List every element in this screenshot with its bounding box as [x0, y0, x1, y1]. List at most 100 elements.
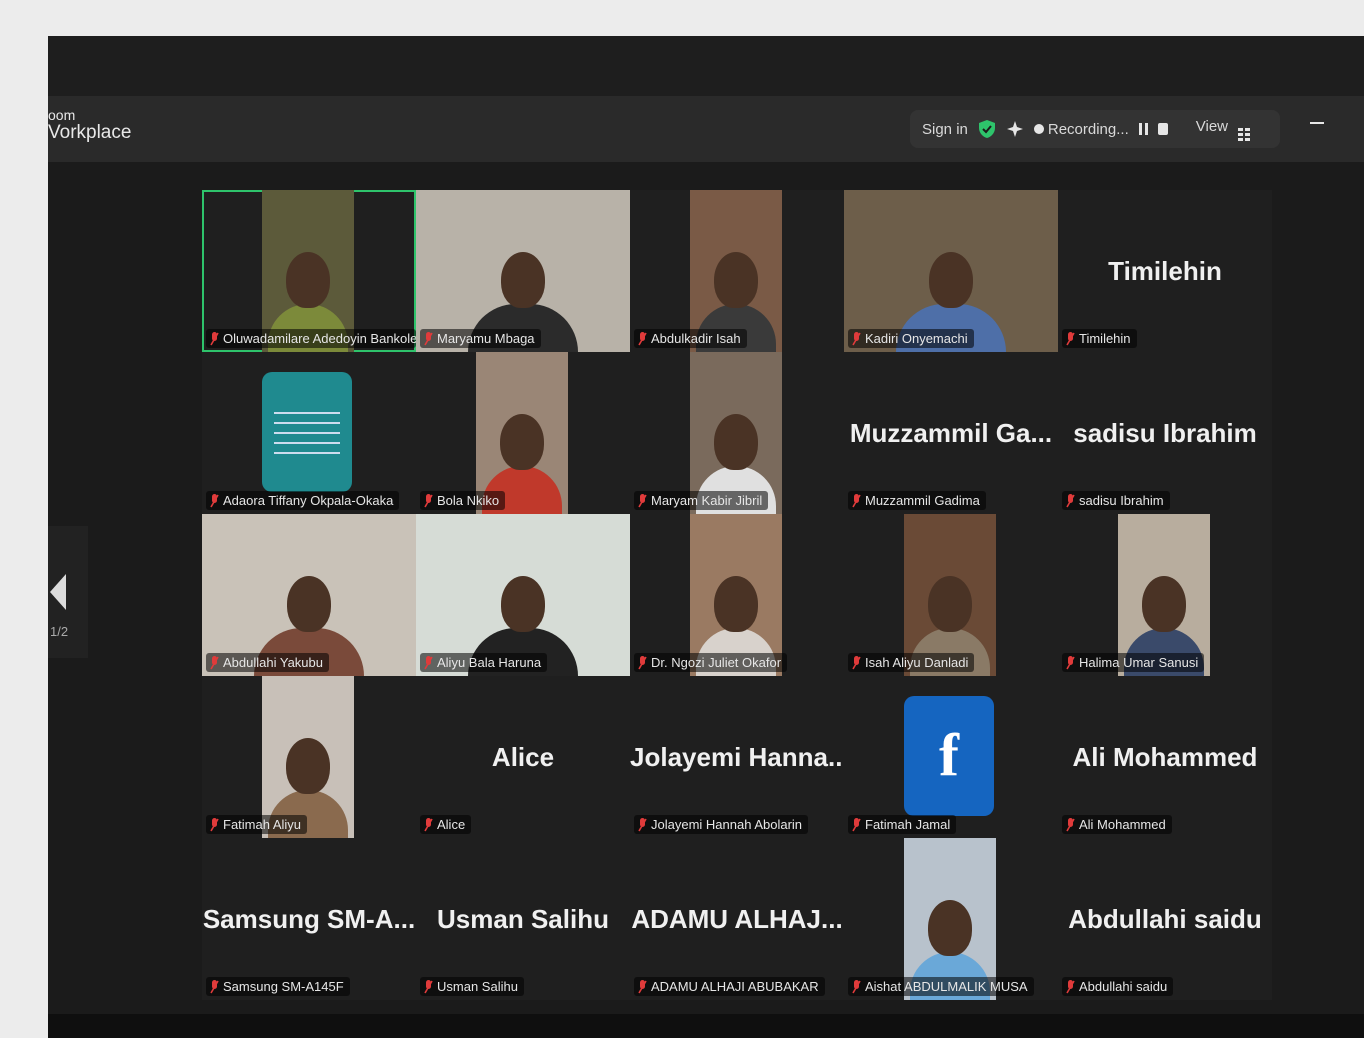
muted-mic-icon	[210, 979, 219, 993]
participant-tile[interactable]: Abdullahi saidu Abdullahi saidu	[1058, 838, 1272, 1000]
participant-tile[interactable]: Aliyu Bala Haruna	[416, 514, 630, 676]
participant-name: Fatimah Aliyu	[223, 817, 302, 832]
muted-mic-icon	[638, 493, 647, 507]
participant-tile[interactable]: Kadiri Onyemachi	[844, 190, 1058, 352]
participant-video	[904, 838, 996, 1000]
participant-face	[714, 251, 758, 308]
muted-mic-icon	[210, 655, 219, 669]
participant-name-label: Samsung SM-A145F	[206, 977, 350, 996]
participant-tile[interactable]: Samsung SM-A... Samsung SM-A145F	[202, 838, 416, 1000]
participant-name-label: sadisu Ibrahim	[1062, 491, 1170, 510]
participant-name-label: Fatimah Aliyu	[206, 815, 308, 834]
previous-page-button[interactable]: 1/2	[48, 526, 88, 658]
participant-tile[interactable]: Alice Alice	[416, 676, 630, 838]
participant-display-name: ADAMU ALHAJ...	[631, 904, 843, 934]
participant-video	[690, 514, 782, 676]
participant-name-label: Oluwadamilare Adedoyin Bankole-Ojo	[206, 329, 416, 348]
participant-tile[interactable]: Fatimah Aliyu	[202, 676, 416, 838]
stop-recording-icon[interactable]	[1157, 123, 1168, 135]
view-label: View	[1195, 117, 1228, 135]
participant-name-label: Timilehin	[1062, 329, 1137, 348]
participant-video	[416, 514, 630, 676]
participant-name-label: Muzzammil Gadima	[848, 491, 986, 510]
muted-mic-icon	[424, 331, 433, 345]
participant-name-label: Dr. Ngozi Juliet Okafor	[634, 653, 788, 672]
participant-name: Bola Nkiko	[437, 493, 500, 508]
participant-face	[714, 413, 758, 470]
participant-name: Maryamu Mbaga	[437, 331, 535, 346]
participant-name-label: Ali Mohammed	[1062, 815, 1172, 834]
muted-mic-icon	[1066, 817, 1075, 831]
participant-display-name: Ali Mohammed	[1072, 742, 1258, 772]
muted-mic-icon	[424, 493, 433, 507]
participant-tile[interactable]: Isah Aliyu Danladi	[844, 514, 1058, 676]
minimize-icon[interactable]	[1310, 122, 1324, 124]
participant-name: Oluwadamilare Adedoyin Bankole-Ojo	[223, 331, 416, 346]
participant-tile[interactable]: Oluwadamilare Adedoyin Bankole-Ojo	[202, 190, 416, 352]
participant-name: Fatimah Jamal	[865, 817, 951, 832]
participant-tile[interactable]: Ali Mohammed Ali Mohammed	[1058, 676, 1272, 838]
participant-tile[interactable]: Abdulkadir Isah	[630, 190, 844, 352]
muted-mic-icon	[424, 979, 433, 993]
participant-tile[interactable]: Muzzammil Ga... Muzzammil Gadima	[844, 352, 1058, 514]
participant-tile[interactable]: ADAMU ALHAJ... ADAMU ALHAJI ABUBAKAR	[630, 838, 844, 1000]
participant-face	[287, 575, 331, 632]
participant-tile[interactable]: Halima Umar Sanusi	[1058, 514, 1272, 676]
muted-mic-icon	[1066, 331, 1075, 345]
participant-tile[interactable]: Maryamu Mbaga	[416, 190, 630, 352]
recording-label: Recording...	[1047, 120, 1129, 138]
participant-video	[476, 352, 568, 514]
participant-name: Kadiri Onyemachi	[865, 331, 968, 346]
participant-display-name: Usman Salihu	[437, 904, 609, 934]
participant-name-label: Alice	[420, 815, 472, 834]
participant-name-label: Halima Umar Sanusi	[1062, 653, 1205, 672]
participant-name: Aliyu Bala Haruna	[437, 655, 542, 670]
participant-tile[interactable]: Dr. Ngozi Juliet Okafor	[630, 514, 844, 676]
participant-name: Abdullahi Yakubu	[223, 655, 323, 670]
participant-name-label: Fatimah Jamal	[848, 815, 957, 834]
participant-name-label: Abdullahi saidu	[1062, 977, 1174, 996]
participant-face	[500, 413, 544, 470]
participant-name-label: Adaora Tiffany Okpala-Okaka	[206, 491, 400, 510]
sign-in-button[interactable]: Sign in	[922, 121, 968, 138]
participant-name: Jolayemi Hannah Abolarin	[651, 817, 803, 832]
muted-mic-icon	[638, 817, 647, 831]
muted-mic-icon	[1066, 655, 1075, 669]
page-indicator: 1/2	[50, 624, 69, 639]
participant-name-label: Kadiri Onyemachi	[848, 329, 974, 348]
participant-tile[interactable]: Aishat ABDULMALIK MUSA	[844, 838, 1058, 1000]
participant-tile[interactable]: Bola Nkiko	[416, 352, 630, 514]
participant-name-label: Abdulkadir Isah	[634, 329, 747, 348]
participant-name: sadisu Ibrahim	[1079, 493, 1164, 508]
participant-tile[interactable]: Timilehin Timilehin	[1058, 190, 1272, 352]
muted-mic-icon	[852, 655, 861, 669]
record-dot-icon	[1033, 123, 1044, 134]
participant-tile[interactable]: Adaora Tiffany Okpala-Okaka	[202, 352, 416, 514]
participant-name: Abdullahi saidu	[1079, 979, 1168, 994]
participant-tile[interactable]: f Fatimah Jamal	[844, 676, 1058, 838]
muted-mic-icon	[638, 655, 647, 669]
participant-tile[interactable]: Jolayemi Hanna... Jolayemi Hannah Abolari…	[630, 676, 844, 838]
sparkle-icon[interactable]	[1006, 120, 1024, 138]
facebook-logo-icon: f	[904, 696, 994, 816]
participant-face	[286, 737, 330, 794]
participant-name-label: ADAMU ALHAJI ABUBAKAR	[634, 977, 825, 996]
bottom-bar	[48, 1014, 1364, 1038]
participant-video	[1118, 514, 1210, 676]
muted-mic-icon	[852, 493, 861, 507]
participant-name-label: Jolayemi Hannah Abolarin	[634, 815, 809, 834]
participant-video	[262, 676, 354, 838]
participant-tile[interactable]: Abdullahi Yakubu	[202, 514, 416, 676]
recording-indicator[interactable]: Recording...	[1033, 120, 1129, 138]
view-button[interactable]: View	[1195, 117, 1251, 141]
participant-tile[interactable]: sadisu Ibrahim sadisu Ibrahim	[1058, 352, 1272, 514]
participant-tile[interactable]: Usman Salihu Usman Salihu	[416, 838, 630, 1000]
participant-name: Abdulkadir Isah	[651, 331, 741, 346]
muted-mic-icon	[852, 979, 861, 993]
participant-name: Aishat ABDULMALIK MUSA	[865, 979, 1028, 994]
shield-icon[interactable]	[978, 119, 996, 139]
participant-display-name: Abdullahi saidu	[1068, 904, 1262, 934]
participant-tile[interactable]: Maryam Kabir Jibril	[630, 352, 844, 514]
title-bar	[48, 36, 1364, 96]
pause-recording-icon[interactable]	[1138, 123, 1148, 135]
